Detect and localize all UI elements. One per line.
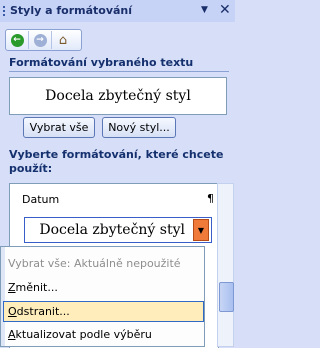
menu-item-select-all: Vybrat vše: Aktuálně nepoužité [5,253,204,274]
style-context-menu: Vybrat vše: Aktuálně nepoužité Změnit...… [0,246,205,347]
format-preview-text: Docela zbytečný styl [45,88,191,104]
menu-item-accelerator: Z [8,281,16,294]
pane-menu-dropdown-icon[interactable]: ▼ [201,5,208,15]
menu-item-delete[interactable]: Odstranit... [3,301,204,322]
paragraph-mark-icon: ¶ [207,192,214,205]
style-item-datum[interactable]: Datum [22,193,59,206]
close-icon[interactable]: ✕ [219,2,231,18]
forward-arrow-icon: → [33,33,47,47]
selected-style-label: Docela zbytečný styl [39,222,185,238]
task-pane-nav: ← → ⌂ [5,29,82,51]
section-divider [9,71,229,72]
select-all-button[interactable]: Vybrat vše [23,117,95,138]
styles-list-scrollbar[interactable] [217,183,234,347]
menu-item-label: Vybrat vše: Aktuálně nepoužité [8,257,181,270]
back-arrow-icon: ← [10,33,24,47]
menu-item-label: dstranit... [16,305,70,318]
chevron-down-icon: ▼ [197,225,205,235]
menu-item-label: měnit... [15,281,58,294]
pane-title: Styly a formátování [10,4,133,17]
back-button[interactable]: ← [6,31,29,49]
home-icon: ⌂ [58,32,68,48]
home-button[interactable]: ⌂ [52,31,74,49]
format-preview-box[interactable]: Docela zbytečný styl [9,77,227,115]
menu-item-update-to-match[interactable]: Aktualizovat podle výběru [5,324,204,345]
menu-item-modify[interactable]: Změnit... [5,277,204,298]
drag-grip-icon[interactable] [3,6,5,17]
task-pane-titlebar: Styly a formátování ▼ ✕ [0,0,235,22]
menu-item-label: ktualizovat podle výběru [15,328,152,341]
selected-format-heading: Formátování vybraného textu [9,56,194,69]
scrollbar-thumb[interactable] [219,282,234,312]
new-style-button[interactable]: Nový styl... [102,117,176,138]
style-dropdown-button[interactable]: ▼ [193,219,209,241]
menu-item-accelerator: O [8,305,17,318]
menu-item-accelerator: A [8,328,16,341]
selected-style-item[interactable]: Docela zbytečný styl [24,217,212,243]
apply-format-heading: Vyberte formátování, které chcete použít… [9,148,224,175]
forward-button[interactable]: → [29,31,52,49]
